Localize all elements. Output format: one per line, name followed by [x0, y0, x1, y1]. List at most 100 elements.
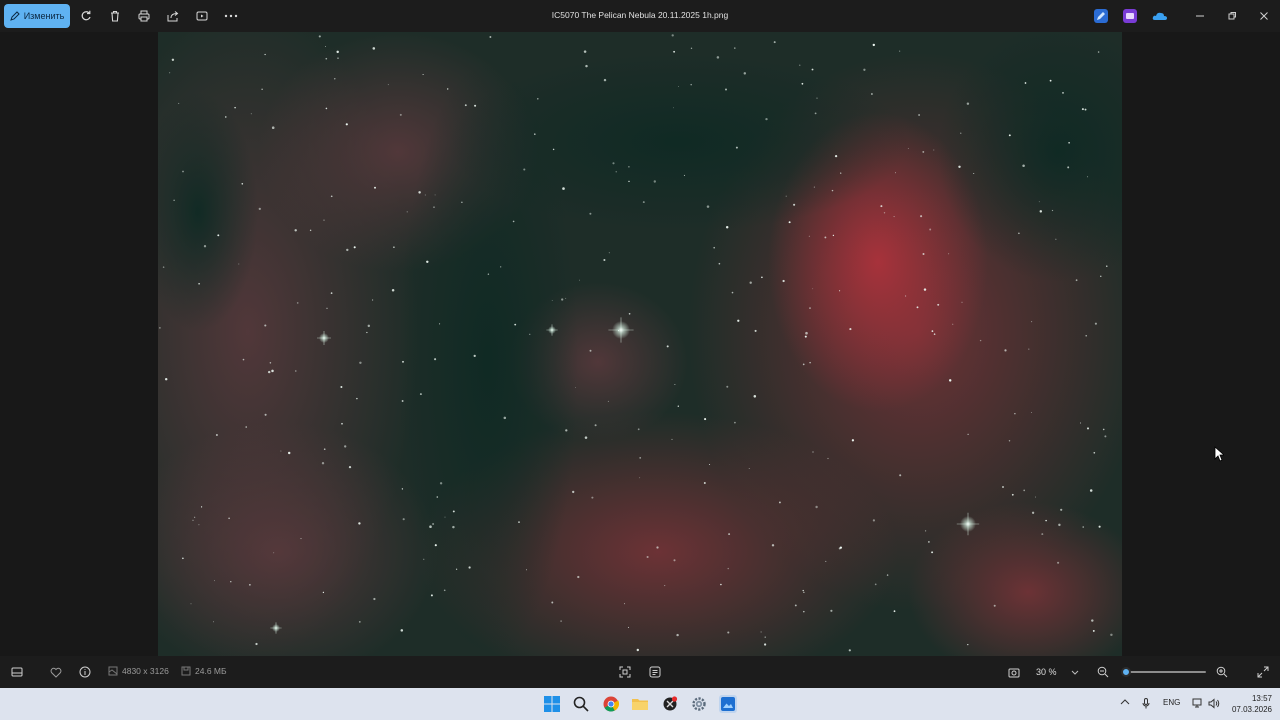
chevron-down-icon — [1071, 670, 1078, 675]
star — [178, 102, 180, 104]
info-icon[interactable] — [77, 664, 93, 680]
search-icon[interactable] — [572, 695, 590, 713]
star — [824, 236, 827, 239]
star — [419, 393, 422, 396]
star — [726, 385, 729, 388]
star — [961, 301, 963, 303]
star — [489, 36, 492, 38]
star — [922, 150, 925, 153]
star — [344, 445, 347, 448]
filmstrip-icon[interactable] — [9, 664, 25, 680]
star — [560, 620, 562, 622]
print-icon[interactable] — [136, 8, 152, 24]
title-bar: Изменить IC5070 The Pelican Nebula 20.11… — [0, 0, 1280, 32]
star — [716, 56, 720, 59]
star — [720, 583, 722, 586]
favorite-icon[interactable] — [48, 664, 64, 680]
star — [811, 68, 814, 71]
star — [203, 245, 207, 248]
star — [803, 610, 805, 613]
maximize-icon[interactable] — [1224, 8, 1240, 24]
microphone-icon[interactable] — [1142, 698, 1150, 711]
language-indicator[interactable]: ENG — [1163, 698, 1180, 707]
star — [575, 387, 577, 389]
star — [326, 307, 328, 309]
star — [455, 568, 458, 570]
star — [402, 518, 405, 521]
edit-app-icon[interactable] — [1094, 9, 1108, 23]
star — [353, 246, 356, 249]
zoom-slider-thumb[interactable] — [1120, 667, 1131, 677]
star — [793, 203, 796, 206]
star — [512, 220, 515, 223]
nebula-photo[interactable] — [158, 32, 1122, 656]
star — [433, 206, 435, 208]
edit-button[interactable]: Изменить — [4, 4, 70, 28]
star — [434, 544, 437, 547]
slideshow-icon[interactable] — [194, 8, 210, 24]
zoom-in-icon[interactable] — [1214, 664, 1230, 680]
network-icon[interactable] — [1192, 698, 1204, 711]
star — [678, 85, 679, 87]
star — [245, 426, 247, 428]
star — [666, 345, 669, 348]
star — [1100, 275, 1102, 277]
zoom-slider[interactable] — [1120, 667, 1206, 677]
star — [830, 609, 833, 612]
settings-icon[interactable] — [690, 695, 708, 713]
close-icon[interactable] — [1256, 8, 1272, 24]
dimensions-icon — [108, 666, 118, 676]
star — [923, 288, 927, 291]
star — [400, 629, 404, 632]
star — [931, 551, 934, 554]
chrome-icon[interactable] — [602, 695, 620, 713]
star — [905, 295, 907, 297]
clipchamp-icon[interactable] — [1123, 9, 1137, 23]
rotate-icon[interactable] — [78, 8, 94, 24]
star — [269, 362, 272, 364]
screenshot-icon[interactable] — [1006, 664, 1022, 680]
windows-start-icon[interactable] — [543, 695, 561, 713]
zoom-out-icon[interactable] — [1095, 664, 1111, 680]
star — [1023, 489, 1026, 492]
star — [422, 73, 424, 76]
star — [201, 506, 203, 508]
fullscreen-icon[interactable] — [1255, 664, 1271, 680]
star — [893, 216, 895, 218]
star — [1091, 619, 1094, 622]
show-hidden-icons[interactable] — [1120, 698, 1130, 708]
star — [804, 335, 807, 338]
star — [993, 604, 996, 607]
star — [318, 35, 321, 38]
star — [922, 253, 925, 255]
star — [198, 282, 200, 285]
taskbar-clock[interactable]: 13:57 07.03.2026 — [1232, 693, 1272, 715]
star — [439, 482, 443, 485]
onedrive-icon[interactable] — [1152, 9, 1168, 23]
star — [760, 631, 762, 633]
image-viewer[interactable] — [0, 32, 1280, 656]
minimize-icon[interactable] — [1192, 8, 1208, 24]
app-icon[interactable] — [661, 695, 679, 713]
file-explorer-icon[interactable] — [631, 695, 649, 713]
star — [683, 174, 685, 176]
fit-screen-icon[interactable] — [617, 664, 633, 680]
star — [452, 510, 455, 513]
volume-icon[interactable] — [1208, 698, 1220, 711]
share-icon[interactable] — [165, 8, 181, 24]
photos-icon[interactable] — [719, 695, 737, 713]
star — [676, 633, 679, 637]
image-dimensions: 4830 x 3126 — [108, 666, 169, 676]
star — [832, 234, 835, 237]
star — [523, 168, 526, 171]
more-icon[interactable] — [223, 8, 239, 24]
star — [960, 132, 962, 134]
ocr-icon[interactable] — [647, 664, 663, 680]
star — [737, 319, 740, 322]
star — [848, 649, 851, 652]
delete-icon[interactable] — [107, 8, 123, 24]
star — [230, 581, 232, 583]
star — [300, 538, 302, 540]
star — [215, 433, 218, 437]
zoom-level-dropdown[interactable]: 30 % — [1030, 664, 1086, 680]
